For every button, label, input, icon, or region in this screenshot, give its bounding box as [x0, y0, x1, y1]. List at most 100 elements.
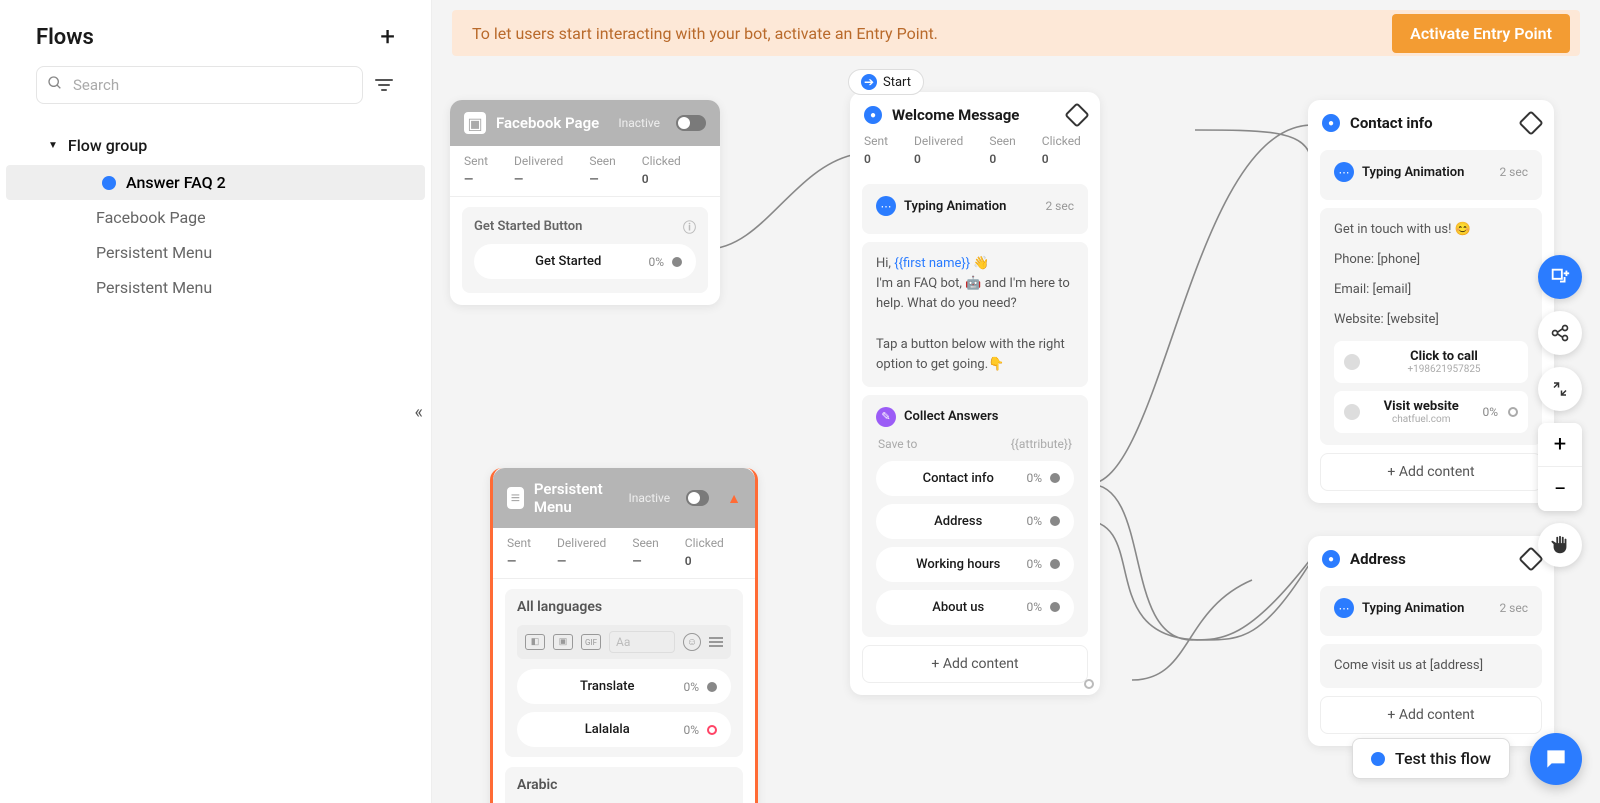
- connector-dot[interactable]: [1050, 602, 1060, 612]
- answer-contact-info[interactable]: Contact info0%: [876, 461, 1074, 496]
- canvas-tools: + −: [1538, 255, 1582, 567]
- pill-pct: 0%: [1026, 600, 1042, 614]
- message-block[interactable]: Hi, {{first name}} 👋 I'm an FAQ bot, 🤖 a…: [862, 242, 1088, 387]
- add-flow-icon[interactable]: +: [380, 24, 395, 50]
- node-welcome-message[interactable]: ● Welcome Message Sent 0 Delivered 0 Seen 0…: [850, 92, 1100, 695]
- search-input-wrap[interactable]: [36, 66, 363, 104]
- connector-dot[interactable]: [1050, 559, 1060, 569]
- menu-item-translate[interactable]: Translate 0%: [517, 669, 731, 704]
- tag-icon[interactable]: [1518, 110, 1543, 135]
- pill-pct: 0%: [1026, 514, 1042, 528]
- status-toggle[interactable]: [686, 490, 709, 506]
- tree-item-facebook-page[interactable]: Facebook Page: [0, 200, 431, 235]
- connector-dot[interactable]: [1508, 407, 1518, 417]
- info-icon[interactable]: ⓘ: [683, 217, 696, 236]
- connector-dot[interactable]: [707, 682, 717, 692]
- camera-icon[interactable]: ◧: [525, 634, 545, 650]
- tree-item-label: Answer FAQ 2: [126, 173, 226, 192]
- answer-about-us[interactable]: About us0%: [876, 590, 1074, 625]
- stat-value: 0: [864, 152, 888, 166]
- tag-icon[interactable]: [1064, 102, 1089, 127]
- content-editor-row[interactable]: ◧ ▣ GIF Aa ☺: [517, 625, 731, 659]
- start-chip[interactable]: ➔ Start: [848, 69, 924, 95]
- cta-sub: chatfuel.com: [1370, 414, 1472, 425]
- typing-animation-block[interactable]: ⋯ Typing Animation 2 sec: [1320, 586, 1542, 636]
- stat-label: Sent: [864, 134, 888, 148]
- stat-label: Delivered: [914, 134, 963, 148]
- node-contact-info[interactable]: ● Contact info ⋯ Typing Animation 2 sec …: [1308, 100, 1554, 503]
- add-node-button[interactable]: [1538, 255, 1582, 299]
- msg-line: Phone: [phone]: [1334, 250, 1528, 270]
- flow-tree: ▼ Flow group Answer FAQ 2 Facebook Page …: [0, 122, 431, 309]
- collapse-sidebar-icon[interactable]: «: [415, 402, 423, 423]
- cta-visit-website[interactable]: Visit websitechatfuel.com 0%: [1334, 391, 1528, 433]
- tree-item-persistent-menu-1[interactable]: Persistent Menu: [0, 235, 431, 270]
- intercom-launcher[interactable]: [1530, 733, 1582, 785]
- stat-value: 0: [989, 152, 1015, 166]
- pill-label: Get Started: [488, 254, 648, 269]
- node-persistent-menu[interactable]: ≡ Persistent Menu Inactive ▲ Sent— Deliv…: [490, 468, 758, 803]
- zoom-controls: + −: [1538, 423, 1582, 511]
- node-header[interactable]: ▣ Facebook Page Inactive: [450, 100, 720, 146]
- share-button[interactable]: [1538, 311, 1582, 355]
- tree-item-answer-faq[interactable]: Answer FAQ 2: [6, 165, 425, 200]
- collect-answers-block[interactable]: ✎ Collect Answers Save to {{attribute}} …: [862, 395, 1088, 637]
- node-stats: Sent— Delivered— Seen— Clicked0: [493, 528, 755, 579]
- tree-item-persistent-menu-2[interactable]: Persistent Menu: [0, 270, 431, 305]
- add-content-button[interactable]: + Add content: [1320, 453, 1542, 491]
- connector-dot[interactable]: [707, 725, 717, 735]
- language-block-arabic: Arabic: [505, 767, 743, 803]
- typing-time: 2 sec: [1045, 199, 1074, 213]
- stat-value: —: [589, 172, 615, 186]
- stat-value: 0: [642, 172, 681, 186]
- resize-handle-icon[interactable]: [1084, 679, 1094, 689]
- image-icon[interactable]: ▣: [553, 634, 573, 650]
- connector-dot[interactable]: [1050, 473, 1060, 483]
- zoom-in-button[interactable]: +: [1538, 423, 1582, 467]
- save-to-label: Save to: [878, 437, 917, 451]
- stat-value: —: [632, 554, 658, 568]
- typing-label: Typing Animation: [1362, 601, 1464, 616]
- tree-group[interactable]: ▼ Flow group: [0, 126, 431, 165]
- cta-pct: 0%: [1482, 405, 1498, 419]
- message-body: Hi, {{first name}} 👋 I'm an FAQ bot, 🤖 a…: [876, 254, 1074, 375]
- menu-item-lalalala[interactable]: Lalalala 0%: [517, 712, 731, 747]
- activate-entry-point-button[interactable]: Activate Entry Point: [1392, 14, 1570, 53]
- status-toggle[interactable]: [676, 115, 706, 131]
- filter-icon[interactable]: [373, 79, 395, 91]
- get-started-button[interactable]: Get Started 0%: [474, 244, 696, 279]
- pan-tool-button[interactable]: [1538, 523, 1582, 567]
- node-header[interactable]: ● Contact info: [1308, 100, 1554, 142]
- fit-view-button[interactable]: [1538, 367, 1582, 411]
- node-title: Facebook Page: [496, 114, 599, 132]
- search-input[interactable]: [71, 75, 352, 95]
- message-block[interactable]: Get in touch with us! 😊 Phone: [phone] E…: [1320, 208, 1542, 445]
- emoji-icon[interactable]: ☺: [683, 633, 701, 651]
- text-placeholder[interactable]: Aa: [609, 631, 675, 653]
- node-address[interactable]: ● Address ⋯ Typing Animation 2 sec Come …: [1308, 536, 1554, 746]
- node-header[interactable]: ● Address: [1308, 536, 1554, 578]
- answer-working-hours[interactable]: Working hours0%: [876, 547, 1074, 582]
- tree-group-label: Flow group: [68, 136, 147, 155]
- typing-animation-block[interactable]: ⋯ Typing Animation 2 sec: [1320, 150, 1542, 200]
- flow-canvas[interactable]: To let users start interacting with your…: [432, 0, 1600, 803]
- menu-icon[interactable]: [709, 637, 723, 647]
- message-block[interactable]: Come visit us at [address]: [1320, 644, 1542, 688]
- add-content-button[interactable]: + Add content: [862, 645, 1088, 683]
- node-header[interactable]: ● Welcome Message: [850, 92, 1100, 134]
- connector-dot[interactable]: [1050, 516, 1060, 526]
- node-header[interactable]: ≡ Persistent Menu Inactive ▲: [493, 468, 755, 528]
- node-facebook-page[interactable]: ▣ Facebook Page Inactive Sent— Delivered…: [450, 100, 720, 305]
- cta-click-to-call[interactable]: Click to call+198621957825: [1334, 341, 1528, 383]
- connector-dot[interactable]: [672, 257, 682, 267]
- typing-animation-block[interactable]: ⋯ Typing Animation 2 sec: [862, 184, 1088, 234]
- test-flow-button[interactable]: Test this flow: [1352, 738, 1510, 779]
- msg-line: Come visit us at [address]: [1334, 656, 1528, 676]
- stat-label: Seen: [989, 134, 1015, 148]
- add-content-button[interactable]: + Add content: [1320, 696, 1542, 734]
- answer-address[interactable]: Address0%: [876, 504, 1074, 539]
- caret-down-icon: ▼: [48, 140, 58, 151]
- collect-icon: ✎: [876, 407, 896, 427]
- gif-icon[interactable]: GIF: [581, 634, 601, 650]
- zoom-out-button[interactable]: −: [1538, 467, 1582, 511]
